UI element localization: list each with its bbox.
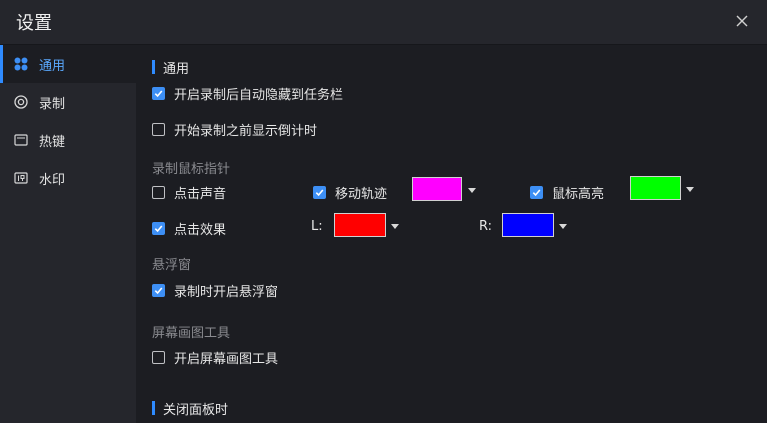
chevron-down-icon[interactable] [391,224,399,229]
checkbox-unchecked-icon [152,351,165,364]
highlight-color-swatch[interactable] [630,176,681,200]
checkbox-checked-icon [152,87,165,100]
checkbox-label: 开始录制之前显示倒计时 [174,124,318,139]
move-track-checkbox[interactable]: 移动轨迹 [313,183,387,202]
section-title: 通用 [163,61,190,77]
mouse-highlight-checkbox[interactable]: 鼠标高亮 [530,183,604,202]
checkbox-label: 点击声音 [174,187,227,202]
move-track-color-swatch[interactable] [412,177,462,201]
sidebar-item-label: 水印 [39,172,66,188]
section-marker [152,401,155,415]
section-marker [152,60,155,74]
sidebar: 通用 录制 热键 水印 [0,45,136,423]
record-icon [14,95,28,109]
chevron-down-icon[interactable] [686,187,694,192]
drawing-tool-checkbox[interactable]: 开启屏幕画图工具 [152,348,278,367]
sidebar-item-record[interactable]: 录制 [0,83,136,121]
grid-icon [14,57,28,71]
auto-hide-taskbar-checkbox[interactable]: 开启录制后自动隐藏到任务栏 [152,84,343,103]
window-title: 设置 [16,13,52,34]
click-effect-checkbox[interactable]: 点击效果 [152,219,226,238]
checkbox-label: 录制时开启悬浮窗 [174,285,279,300]
checkbox-label: 开启录制后自动隐藏到任务栏 [174,88,344,103]
title-bar: 设置 [0,0,767,45]
right-click-label: R: [479,219,493,234]
right-click-color-swatch[interactable] [502,213,554,237]
chevron-down-icon[interactable] [468,188,476,193]
checkbox-label: 开启屏幕画图工具 [174,352,279,367]
sidebar-item-label: 通用 [39,58,66,74]
close-icon[interactable] [731,10,753,32]
section-general-heading: 通用 [152,59,190,77]
section-close-panel-heading: 关闭面板时 [152,400,229,418]
sidebar-item-label: 录制 [39,96,66,112]
click-sound-checkbox[interactable]: 点击声音 [152,183,226,202]
checkbox-checked-icon [152,284,165,297]
checkbox-unchecked-icon [152,123,165,136]
checkbox-unchecked-icon [152,186,165,199]
checkbox-label: 点击效果 [174,223,227,238]
checkbox-checked-icon [530,186,543,199]
checkbox-label: 鼠标高亮 [552,187,605,202]
checkbox-label: 移动轨迹 [335,187,388,202]
checkbox-checked-icon [313,186,326,199]
mouse-pointer-heading: 录制鼠标指针 [152,162,231,177]
sidebar-item-general[interactable]: 通用 [0,45,136,83]
chevron-down-icon[interactable] [559,224,567,229]
checkbox-checked-icon [152,222,165,235]
keyboard-icon [14,133,28,147]
left-click-label: L: [311,219,323,234]
floating-window-checkbox[interactable]: 录制时开启悬浮窗 [152,281,278,300]
drawing-tool-heading: 屏幕画图工具 [152,326,231,341]
left-click-color-swatch[interactable] [334,213,386,237]
show-countdown-checkbox[interactable]: 开始录制之前显示倒计时 [152,120,317,139]
sidebar-item-watermark[interactable]: 水印 [0,159,136,197]
settings-window: 设置 通用 录制 热键 水印 通用 开启录制后自动隐藏到任务栏 开始录制之前显示… [0,0,767,423]
floating-window-heading: 悬浮窗 [152,258,192,273]
sidebar-item-label: 热键 [39,134,66,150]
section-title: 关闭面板时 [163,402,229,418]
settings-content: 通用 开启录制后自动隐藏到任务栏 开始录制之前显示倒计时 录制鼠标指针 点击声音… [136,45,767,423]
sidebar-item-hotkey[interactable]: 热键 [0,121,136,159]
watermark-icon [14,171,28,185]
